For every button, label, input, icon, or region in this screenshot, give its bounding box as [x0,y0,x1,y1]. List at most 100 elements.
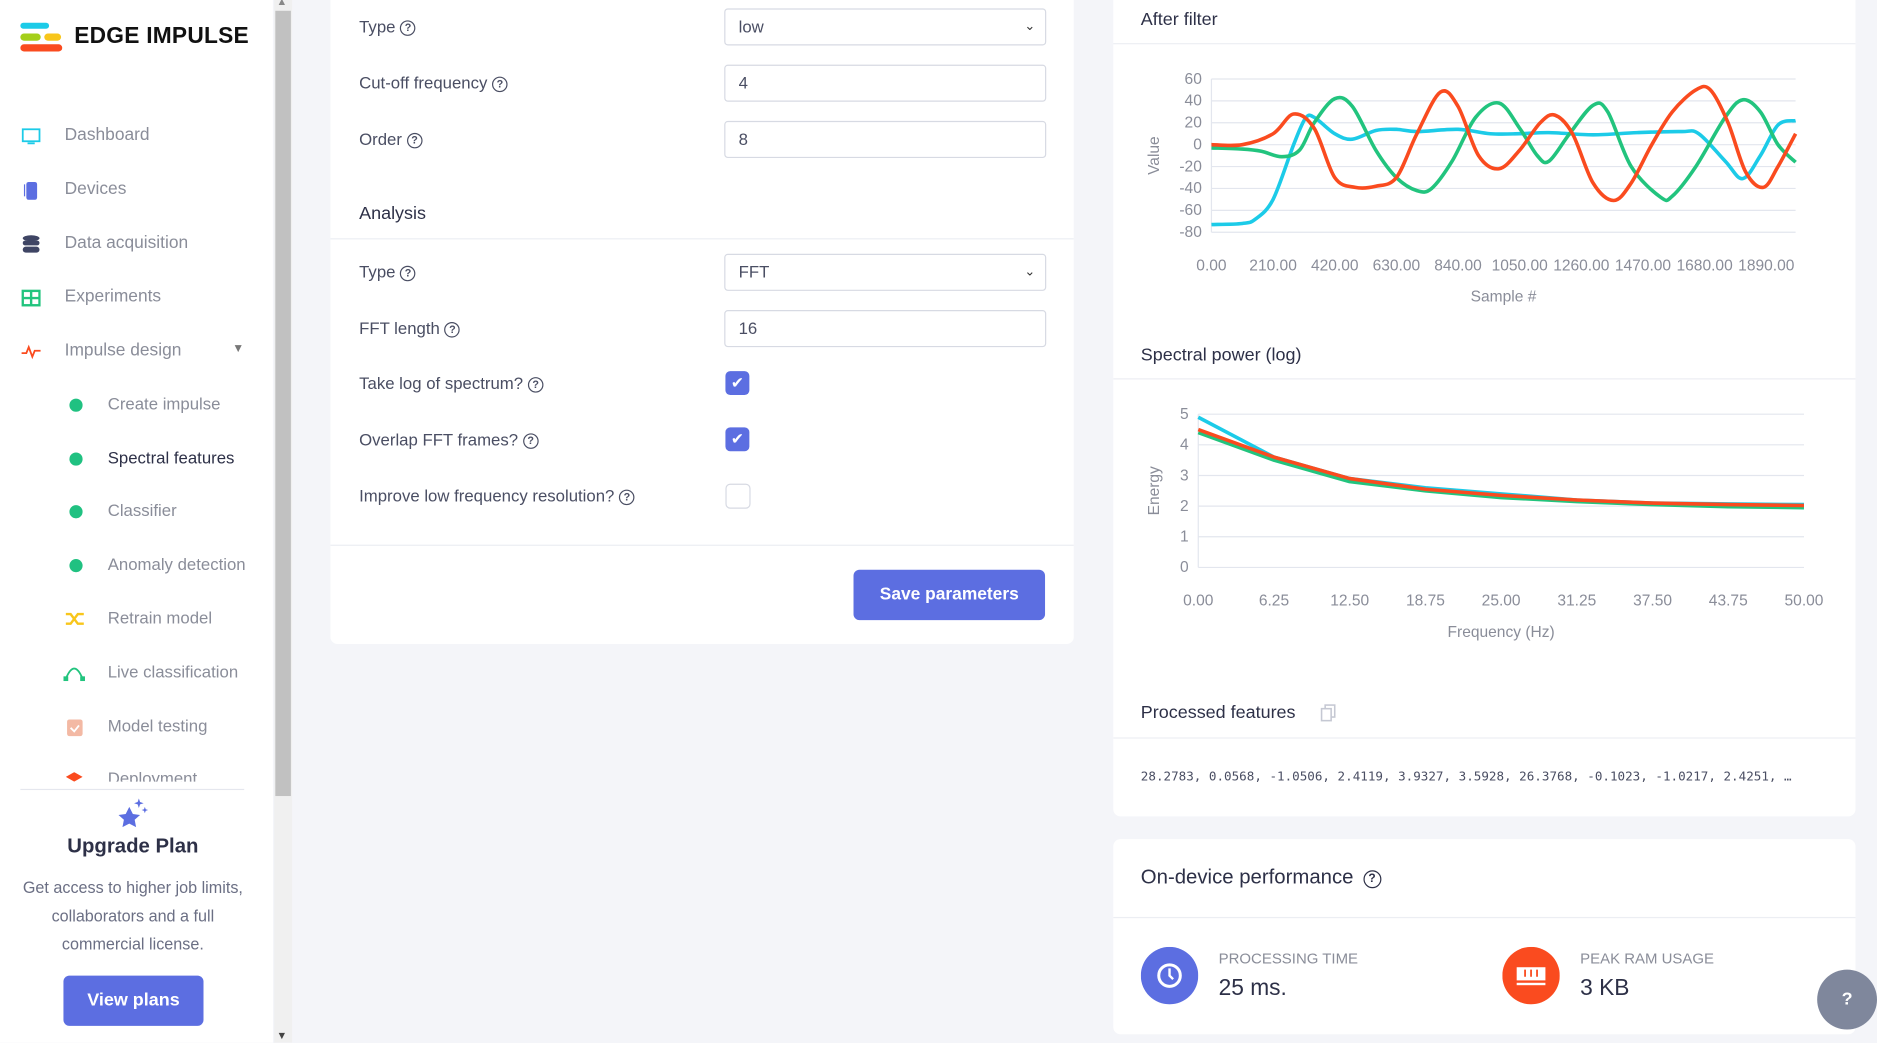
caret-down-icon[interactable]: ▼ [232,342,244,355]
order-label: Order? [359,129,423,149]
sidebar-item-impulse-design[interactable]: Impulse design ▼ [0,328,273,376]
series-line [1211,113,1797,227]
dot-icon [69,559,83,573]
divider [1113,916,1856,919]
box-icon [65,772,83,782]
sidebar-item-label: Model testing [107,715,208,736]
x-tick-label: 1890.00 [1738,258,1795,275]
sidebar-item-anomaly-detection[interactable]: Anomaly detection [0,541,273,589]
database-icon [22,235,40,253]
sidebar-item-label: Deployment [107,768,198,782]
x-tick-label: 1680.00 [1677,258,1734,275]
processing-time-label: PROCESSING TIME [1218,950,1359,968]
help-chat-button[interactable]: ? [1817,969,1877,1030]
x-tick-label: 12.50 [1330,593,1369,610]
x-tick-label: 0.00 [1183,593,1214,610]
overlap-frames-checkbox[interactable]: ✔ [725,427,750,452]
help-icon[interactable]: ? [400,20,416,36]
performance-title: On-device performance? [1141,865,1381,889]
y-tick-label: 40 [1185,93,1203,110]
chip-icon [23,181,38,200]
divider [20,788,245,791]
help-icon[interactable]: ? [522,433,539,449]
save-parameters-button[interactable]: Save parameters [853,569,1046,621]
sidebar-item-live-classification[interactable]: Live classification [0,649,273,697]
x-tick-label: 840.00 [1434,258,1482,275]
view-plans-button[interactable]: View plans [63,975,204,1026]
cutoff-frequency-input[interactable]: 4 [724,64,1047,102]
scroll-down-arrow-icon[interactable]: ▼ [277,1029,288,1041]
order-input[interactable]: 8 [724,120,1047,159]
filter-type-select[interactable]: low ⌄ [724,8,1047,46]
sidebar-item-model-testing[interactable]: Model testing [0,703,273,751]
pulse-icon [21,344,41,360]
clock-icon [1140,946,1199,1005]
help-icon[interactable]: ? [400,265,416,282]
improve-resolution-label: Improve low frequency resolution?? [359,486,635,506]
shuffle-icon [65,612,84,625]
sidebar-item-spectral-features[interactable]: Spectral features [0,435,273,483]
dot-icon [69,452,83,466]
take-log-checkbox[interactable]: ✔ [725,371,750,396]
sidebar-item-devices[interactable]: Devices [0,166,273,214]
spectral-power-chart: 5 4 3 2 1 0 0.00 6.25 12.50 18.75 25.00 31.25 37.50 4… [1146,406,1824,641]
sidebar-item-dashboard[interactable]: Dashboard [0,113,273,161]
dot-icon [69,398,83,412]
sidebar-item-deployment[interactable]: Deployment [0,755,273,782]
divider [1113,43,1856,45]
analysis-type-select[interactable]: FFT ⌄ [724,253,1047,291]
x-tick-label: 6.25 [1259,593,1289,610]
help-icon[interactable]: ? [406,132,423,149]
after-filter-title: After filter [1140,9,1218,30]
help-icon[interactable]: ? [444,322,461,338]
x-tick-label: 50.00 [1785,593,1824,610]
y-tick-label: 0 [1180,559,1189,576]
series-line [1197,427,1805,508]
filter-type-label: Type? [359,17,416,36]
monitor-icon [21,128,41,145]
help-icon[interactable]: ? [619,489,635,506]
help-icon[interactable]: ? [1363,870,1381,889]
scroll-up-arrow-icon[interactable]: ▲ [277,0,288,7]
sidebar-item-create-impulse[interactable]: Create impulse [0,381,273,429]
cutoff-frequency-label: Cut-off frequency? [359,73,508,93]
sidebar-item-classifier[interactable]: Classifier [0,487,273,535]
help-icon[interactable]: ? [527,377,544,393]
sidebar-item-label: Experiments [64,287,162,307]
x-tick-label: 630.00 [1373,258,1421,275]
improve-resolution-checkbox[interactable] [725,483,751,509]
brand-name: EDGE IMPULSE [74,23,249,50]
help-icon[interactable]: ? [492,76,508,93]
y-axis-label: Energy [1146,466,1163,515]
chevron-down-icon: ⌄ [1024,264,1036,279]
take-log-label: Take log of spectrum?? [359,373,544,393]
x-tick-label: 43.75 [1709,593,1748,610]
divider [330,544,1074,546]
analysis-heading: Analysis [359,203,426,224]
x-axis-label: Frequency (Hz) [1448,624,1555,641]
x-tick-label: 18.75 [1406,593,1445,610]
sidebar-item-label: Anomaly detection [107,554,246,574]
scrollbar-thumb[interactable] [275,10,291,797]
sidebar-item-retrain-model[interactable]: Retrain model [0,595,273,643]
y-tick-label: 60 [1185,71,1203,88]
x-tick-label: 25.00 [1482,593,1521,610]
fft-length-input[interactable]: 16 [724,310,1047,348]
x-tick-label: 0.00 [1196,258,1227,275]
upgrade-title: Upgrade Plan [67,834,199,858]
fft-length-label: FFT length? [359,318,461,338]
sidebar-item-label: Impulse design [64,341,182,361]
sidebar-item-experiments[interactable]: Experiments [0,274,273,322]
memory-icon [1502,946,1560,1005]
copy-icon[interactable] [1320,704,1337,723]
y-tick-label: 2 [1180,498,1189,515]
peak-ram-label: PEAK RAM USAGE [1580,950,1715,968]
x-tick-label: 31.25 [1557,593,1596,610]
x-axis-label: Sample # [1471,289,1537,306]
sidebar-item-data-acquisition[interactable]: Data acquisition [0,220,273,268]
divider [1113,737,1856,739]
processing-time-value: 25 ms. [1218,975,1287,1001]
x-tick-label: 1050.00 [1492,258,1549,275]
sparkle-star-icon [118,798,149,828]
sidebar-item-label: Retrain model [107,608,213,628]
